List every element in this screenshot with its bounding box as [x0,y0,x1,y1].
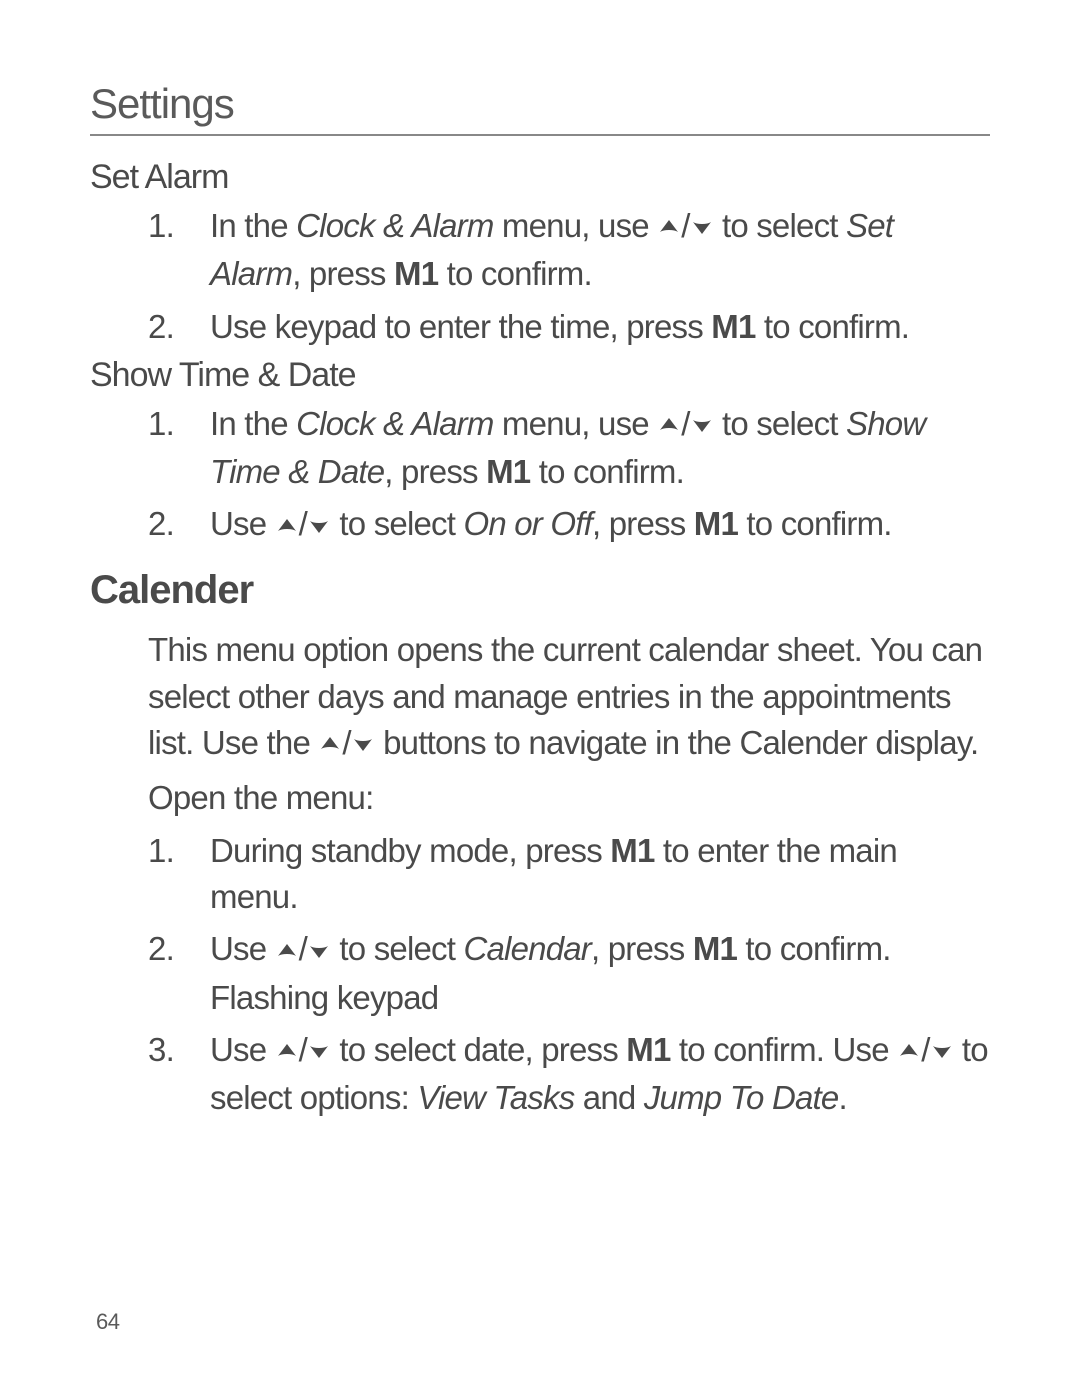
calender-step-3: Use / to select date, press M1 to confir… [148,1027,990,1122]
subsection-show-time-date: Show Time & Date [90,356,990,395]
calender-intro: This menu option opens the current calen… [148,627,990,769]
page-number: 64 [96,1309,119,1335]
section-title-settings: Settings [90,80,990,136]
arrow-up-down-icon: / [275,1031,331,1068]
calender-open-menu: Open the menu: [148,775,990,822]
set-alarm-step-2: Use keypad to enter the time, press M1 t… [148,304,990,350]
arrow-up-down-icon: / [657,207,713,244]
calender-step-2: Use / to select Calendar, press M1 to co… [148,926,990,1021]
set-alarm-step-1: In the Clock & Alarm menu, use / to sele… [148,203,990,298]
calender-step-1: During standby mode, press M1 to enter t… [148,828,990,920]
show-time-step-1: In the Clock & Alarm menu, use / to sele… [148,401,990,496]
arrow-up-down-icon: / [897,1031,953,1068]
arrow-up-down-icon: / [275,930,331,967]
show-time-step-2: Use / to select On or Off, press M1 to c… [148,501,990,549]
calender-steps: During standby mode, press M1 to enter t… [148,828,990,1122]
subsection-set-alarm: Set Alarm [90,158,990,197]
set-alarm-steps: In the Clock & Alarm menu, use / to sele… [148,203,990,350]
arrow-up-down-icon: / [318,724,374,761]
heading-calender: Calender [90,568,990,613]
show-time-steps: In the Clock & Alarm menu, use / to sele… [148,401,990,550]
arrow-up-down-icon: / [275,505,331,542]
arrow-up-down-icon: / [657,405,713,442]
